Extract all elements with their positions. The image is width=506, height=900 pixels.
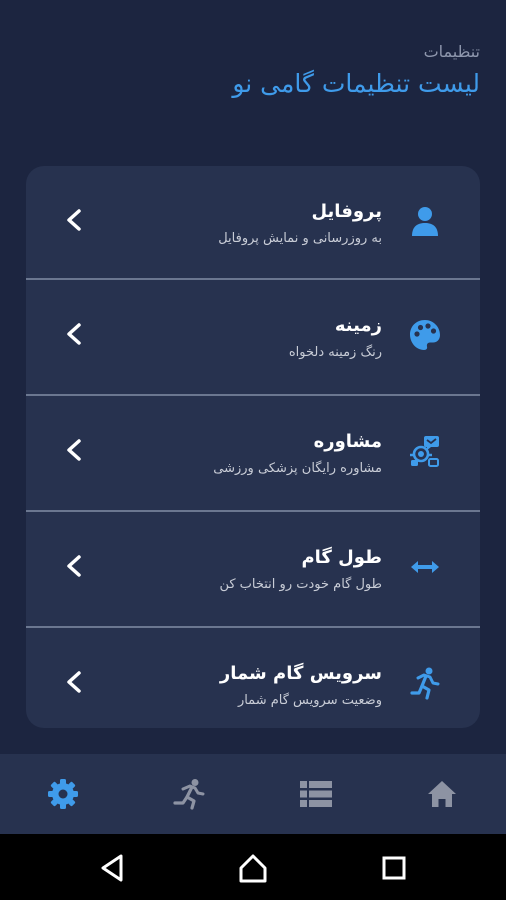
settings-item-title: سرویس گام شمار: [219, 663, 382, 684]
person-icon: [406, 202, 444, 240]
step-length-icon: [406, 548, 444, 586]
settings-item-consult[interactable]: مشاوره مشاوره رایگان پزشکی ورزشی: [26, 396, 480, 508]
settings-item-step-length[interactable]: طول گام طول گام خودت رو انتخاب کن: [26, 512, 480, 624]
settings-item-theme[interactable]: زمینه رنگ زمینه دلخواه: [26, 280, 480, 392]
chevron-left-icon: [67, 323, 81, 345]
settings-item-title: طول گام: [301, 547, 382, 568]
nav-list[interactable]: [298, 778, 334, 810]
nav-home[interactable]: [424, 778, 460, 810]
nav-settings[interactable]: [45, 778, 81, 810]
running-icon: [406, 664, 444, 702]
page-header: تنظیمات لیست تنظیمات گامی نو: [232, 40, 480, 102]
settings-item-title: مشاوره: [313, 431, 382, 452]
nav-activity[interactable]: [171, 778, 207, 810]
home-button-icon[interactable]: [237, 852, 269, 884]
recents-icon[interactable]: [378, 852, 410, 884]
page-title: لیست تنظیمات گامی نو: [232, 69, 480, 98]
chevron-left-icon: [67, 439, 81, 461]
settings-item-desc: به روزرسانی و نمایش پروفایل: [218, 231, 382, 246]
consult-icon: [406, 432, 444, 470]
settings-item-desc: مشاوره رایگان پزشکی ورزشی: [213, 461, 382, 476]
list-icon: [300, 781, 332, 807]
settings-item-title: پروفایل: [311, 201, 382, 222]
settings-item-desc: وضعیت سرویس گام شمار: [237, 693, 382, 708]
settings-list: پروفایل به روزرسانی و نمایش پروفایل زمین…: [26, 166, 480, 728]
page-subtitle: تنظیمات: [423, 42, 480, 61]
palette-icon: [406, 316, 444, 354]
home-icon: [428, 781, 456, 807]
running-icon: [173, 779, 205, 810]
settings-item-title: زمینه: [334, 315, 382, 336]
chevron-left-icon: [67, 555, 81, 577]
settings-item-profile[interactable]: پروفایل به روزرسانی و نمایش پروفایل: [26, 166, 480, 278]
gear-icon: [48, 779, 78, 809]
bottom-navigation: [0, 754, 506, 834]
chevron-left-icon: [67, 209, 81, 231]
settings-item-desc: رنگ زمینه دلخواه: [288, 345, 382, 360]
settings-item-step-service[interactable]: سرویس گام شمار وضعیت سرویس گام شمار: [26, 628, 480, 728]
back-icon[interactable]: [96, 852, 128, 884]
system-navigation-bar: [0, 834, 506, 900]
settings-item-desc: طول گام خودت رو انتخاب کن: [219, 577, 382, 592]
chevron-left-icon: [67, 671, 81, 693]
